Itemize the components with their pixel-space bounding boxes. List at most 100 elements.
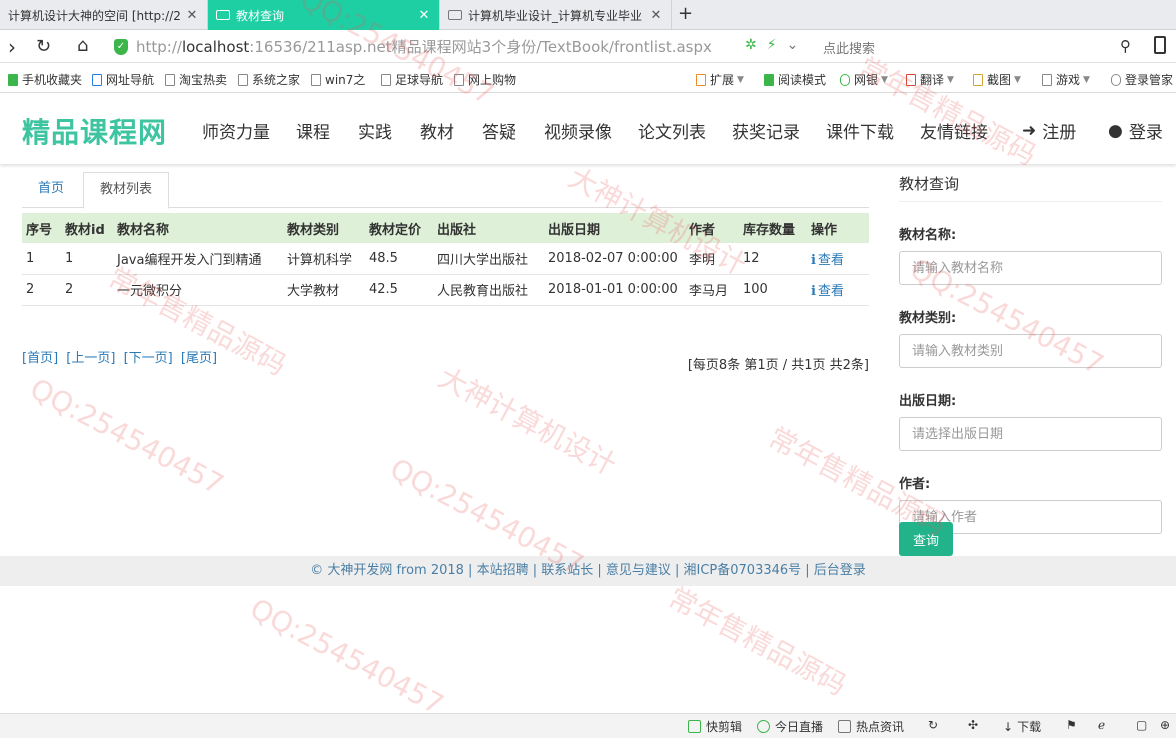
nav-item[interactable]: 教材 bbox=[420, 118, 454, 143]
site-logo[interactable]: 精品课程网 bbox=[22, 111, 167, 151]
flag-icon[interactable]: ⚑ bbox=[1066, 718, 1077, 732]
speed-icon[interactable]: ✲ bbox=[745, 37, 757, 53]
search-input[interactable]: 点此搜索 bbox=[823, 38, 875, 57]
nav-item[interactable]: 课程 bbox=[296, 118, 330, 143]
book-icon bbox=[764, 73, 774, 86]
field-label: 出版日期: bbox=[899, 394, 957, 409]
lightning-icon[interactable]: ⚡ bbox=[767, 37, 777, 53]
tool-label: 游戏 bbox=[1056, 73, 1081, 87]
first-page-link[interactable]: [首页] bbox=[22, 351, 58, 366]
reload-icon[interactable]: ↻ bbox=[36, 36, 51, 57]
home-icon[interactable]: ⌂ bbox=[77, 35, 88, 56]
nav-item[interactable]: 师资力量 bbox=[202, 118, 270, 143]
table-cell: 一元微积分 bbox=[113, 274, 283, 306]
phone-icon[interactable] bbox=[1154, 36, 1166, 54]
nav-item[interactable]: 课件下载 bbox=[826, 118, 894, 143]
phone-bookmark-icon bbox=[8, 73, 18, 86]
table-cell: Java编程开发入门到精通 bbox=[113, 243, 283, 275]
page-icon bbox=[448, 10, 462, 20]
bookmark-item[interactable]: 网址导航 bbox=[92, 71, 154, 88]
view-link[interactable]: i 查看 bbox=[807, 243, 869, 275]
bank-menu[interactable]: 网银 ▼ bbox=[840, 71, 888, 88]
search-icon[interactable]: ⚲ bbox=[1120, 37, 1131, 55]
column-header: 教材类别 bbox=[283, 213, 365, 243]
browser-tab-bar: 计算机设计大神的空间 [http://2 ✕ 教材查询 ✕ 计算机毕业设计_计算… bbox=[0, 0, 1176, 30]
window-icon[interactable]: ▢ bbox=[1136, 718, 1147, 732]
download-button[interactable]: ↓ 下载 bbox=[1003, 718, 1041, 735]
site-footer[interactable]: © 大神开发网 from 2018 | 本站招聘 | 联系站长 | 意见与建议 … bbox=[0, 556, 1176, 586]
column-header: 教材定价 bbox=[365, 213, 433, 243]
news-button[interactable]: 热点资讯 bbox=[838, 718, 904, 735]
tool-label: 登录管家 bbox=[1125, 73, 1174, 87]
games-menu[interactable]: 游戏 ▼ bbox=[1042, 71, 1090, 88]
live-button[interactable]: 今日直播 bbox=[757, 718, 823, 735]
table-cell: 48.5 bbox=[365, 243, 433, 275]
nav-item[interactable]: 获奖记录 bbox=[732, 118, 800, 143]
chevron-down-icon[interactable]: ⌄ bbox=[787, 37, 799, 53]
play-icon bbox=[757, 720, 770, 733]
textbook-name-input[interactable] bbox=[899, 251, 1162, 285]
new-tab-button[interactable]: + bbox=[678, 3, 693, 24]
forward-icon[interactable]: › bbox=[8, 35, 16, 59]
close-icon[interactable]: ✕ bbox=[417, 8, 431, 23]
login-manager-button[interactable]: 登录管家 bbox=[1111, 71, 1173, 88]
query-button[interactable]: 查询 bbox=[899, 522, 953, 556]
page-icon bbox=[381, 73, 391, 86]
refresh-icon[interactable]: ↻ bbox=[928, 718, 938, 732]
nav-item[interactable]: 实践 bbox=[358, 118, 392, 143]
table-cell: 12 bbox=[739, 243, 807, 275]
register-link[interactable]: ➜ 注册 bbox=[1022, 118, 1076, 144]
breadcrumb-current: 教材列表 bbox=[83, 172, 170, 209]
url-prefix: http:// bbox=[136, 37, 182, 56]
watermark-text: 常年售精品源码 bbox=[663, 580, 852, 702]
bookmark-label: 网址导航 bbox=[106, 73, 155, 87]
bookmark-item[interactable]: 足球导航 bbox=[381, 71, 443, 88]
login-link[interactable]: ● 登录 bbox=[1108, 118, 1163, 144]
breadcrumb-home[interactable]: 首页 bbox=[22, 172, 80, 208]
nav-item[interactable]: 论文列表 bbox=[638, 118, 706, 143]
watermark-text: 大神计算机设计 bbox=[433, 360, 622, 482]
publish-date-input[interactable] bbox=[899, 417, 1162, 451]
bookmark-item[interactable]: 手机收藏夹 bbox=[8, 71, 82, 88]
table-cell: 2 bbox=[61, 274, 113, 306]
nav-item[interactable]: 答疑 bbox=[482, 118, 516, 143]
close-icon[interactable]: ✕ bbox=[649, 8, 663, 23]
browser-tab-2[interactable]: 教材查询 ✕ bbox=[208, 0, 440, 30]
pin-icon[interactable]: ✣ bbox=[968, 718, 978, 732]
url-field[interactable]: ✓ http://localhost:16536/211asp.net精品课程网… bbox=[114, 34, 814, 59]
next-page-link[interactable]: [下一页] bbox=[124, 351, 173, 366]
textbook-category-input[interactable] bbox=[899, 334, 1162, 368]
last-page-link[interactable]: [尾页] bbox=[181, 351, 217, 366]
field-label: 作者: bbox=[899, 477, 931, 492]
sidebar-title: 教材查询 bbox=[899, 166, 1162, 202]
translate-menu[interactable]: 翻译 ▼ bbox=[906, 71, 954, 88]
view-link[interactable]: i 查看 bbox=[807, 274, 869, 306]
bookmark-label: 手机收藏夹 bbox=[22, 73, 83, 87]
browser-tab-3[interactable]: 计算机毕业设计_计算机专业毕业 ✕ bbox=[440, 0, 672, 30]
quick-edit-button[interactable]: 快剪辑 bbox=[688, 718, 742, 735]
shield-icon bbox=[840, 73, 850, 86]
column-header: 库存数量 bbox=[739, 213, 807, 243]
bookmark-item[interactable]: 网上购物 bbox=[454, 71, 516, 88]
reader-mode-button[interactable]: 阅读模式 bbox=[764, 71, 826, 88]
browser-icon[interactable]: ℯ bbox=[1098, 718, 1105, 732]
page-icon bbox=[311, 73, 321, 86]
extension-menu[interactable]: 扩展 ▼ bbox=[696, 71, 744, 88]
page-icon bbox=[238, 73, 248, 86]
nav-item[interactable]: 友情链接 bbox=[920, 118, 988, 143]
nav-item[interactable]: 视频录像 bbox=[544, 118, 612, 143]
prev-page-link[interactable]: [上一页] bbox=[66, 351, 115, 366]
user-icon: ● bbox=[1108, 120, 1123, 141]
browser-tab-1[interactable]: 计算机设计大神的空间 [http://2 ✕ bbox=[0, 0, 208, 30]
status-label: 下载 bbox=[1017, 720, 1042, 734]
bookmark-item[interactable]: 系统之家 bbox=[238, 71, 300, 88]
close-icon[interactable]: ✕ bbox=[185, 8, 199, 23]
bookmark-item[interactable]: win7之 bbox=[311, 71, 365, 88]
tool-label: 扩展 bbox=[710, 73, 735, 87]
screenshot-menu[interactable]: 截图 ▼ bbox=[973, 71, 1021, 88]
tab-title: 计算机毕业设计_计算机专业毕业 bbox=[468, 8, 643, 23]
bookmark-item[interactable]: 淘宝热卖 bbox=[165, 71, 227, 88]
watermark-text: QQ:254540457 bbox=[244, 591, 450, 722]
zoom-icon[interactable]: ⊕ bbox=[1160, 718, 1170, 732]
shield-icon: ✓ bbox=[114, 38, 128, 55]
